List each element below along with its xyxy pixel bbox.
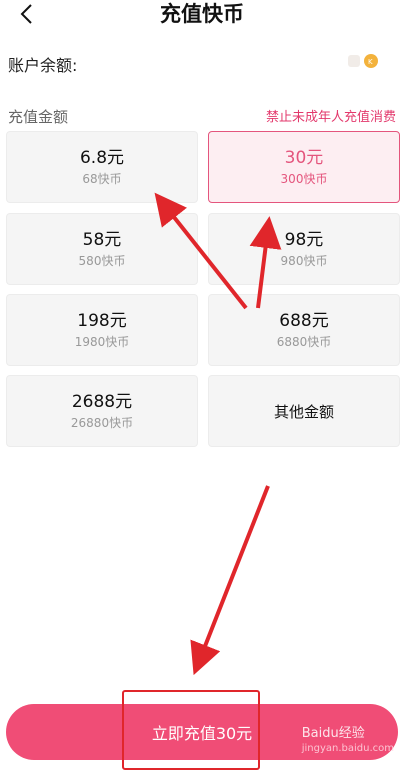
option-coins: 68快币: [82, 172, 122, 186]
option-coins: 580快币: [78, 254, 126, 268]
baidu-watermark: Baidu经验 jingyan.baidu.com: [302, 726, 394, 756]
watermark-url: jingyan.baidu.com: [301, 743, 394, 754]
balance-value: K: [348, 54, 378, 68]
option-6-8[interactable]: 6.8元 68快币: [6, 131, 198, 203]
option-amount: 2688元: [71, 392, 133, 412]
arrow-to-pay: [190, 485, 270, 676]
option-30[interactable]: 30元 300快币: [208, 131, 400, 203]
option-other[interactable]: 其他金额: [208, 375, 400, 447]
balance-label: 账户余额:: [8, 56, 78, 75]
option-coins: 980快币: [280, 254, 328, 268]
option-2688[interactable]: 2688元 26880快币: [6, 375, 198, 447]
option-coins: 300快币: [280, 172, 328, 186]
option-688[interactable]: 688元 6880快币: [208, 294, 400, 366]
option-amount: 98元: [284, 230, 324, 250]
option-amount: 58元: [82, 230, 122, 250]
option-amount: 30元: [284, 148, 324, 168]
svg-text:K: K: [368, 58, 373, 65]
option-58[interactable]: 58元 580快币: [6, 213, 198, 285]
option-198[interactable]: 198元 1980快币: [6, 294, 198, 366]
recharge-now-label: 立即充值30元: [151, 724, 253, 743]
option-amount: 198元: [77, 311, 127, 331]
option-98[interactable]: 98元 980快币: [208, 213, 400, 285]
minor-notice: 禁止未成年人充值消费: [265, 110, 396, 125]
option-coins: 1980快币: [74, 335, 130, 349]
page-title: 充值快币: [160, 2, 244, 26]
option-coins: 26880快币: [70, 416, 134, 430]
option-amount: 688元: [279, 311, 329, 331]
watermark-brand: Baidu经验: [301, 726, 365, 741]
coin-icon: K: [364, 54, 378, 68]
option-coins: 6880快币: [276, 335, 332, 349]
option-amount: 6.8元: [79, 148, 125, 168]
balance-amount-hidden: [348, 55, 360, 67]
option-other-label: 其他金额: [273, 403, 334, 421]
recharge-amount-label: 充值金额: [8, 108, 69, 126]
header: 充值快币: [0, 0, 404, 32]
